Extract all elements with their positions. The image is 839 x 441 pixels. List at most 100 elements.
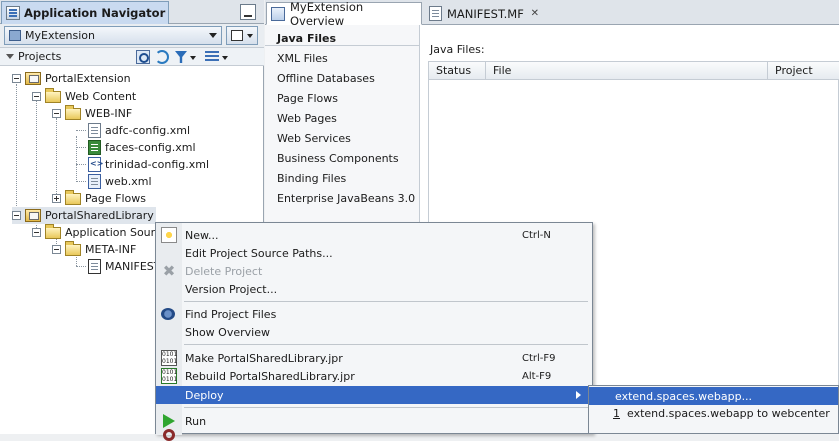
submenu-item-deployment-profile[interactable]: extend.spaces.webapp... bbox=[589, 387, 838, 405]
tree-node-label: adfc-config.xml bbox=[105, 124, 191, 137]
table-header: Status File Project bbox=[429, 62, 839, 80]
tree-node-faces-config[interactable]: faces-config.xml bbox=[88, 139, 196, 156]
tree-node-web-content[interactable]: Web Content bbox=[32, 87, 136, 105]
tree-node-meta-inf[interactable]: META-INF bbox=[52, 240, 137, 258]
chevron-down-icon[interactable] bbox=[190, 56, 196, 60]
column-status[interactable]: Status bbox=[429, 62, 486, 80]
tree-node-label: META-INF bbox=[85, 243, 137, 256]
menu-item-find-project-files[interactable]: Find Project Files bbox=[156, 305, 592, 323]
tree-node-label: WEB-INF bbox=[85, 107, 133, 120]
submenu-item-deploy-to-webcenter[interactable]: 1 extend.spaces.webapp to webcenter bbox=[589, 404, 838, 422]
collapse-toggle-icon[interactable] bbox=[52, 245, 61, 254]
faces-config-icon bbox=[88, 140, 101, 155]
tree-node-adfc-config[interactable]: adfc-config.xml bbox=[88, 122, 190, 139]
folder-icon bbox=[45, 223, 61, 239]
menu-item-show-overview[interactable]: Show Overview bbox=[156, 323, 592, 341]
tab-application-navigator[interactable]: Application Navigator bbox=[1, 1, 169, 24]
menu-item-run[interactable]: Run bbox=[156, 412, 592, 430]
category-offline-databases[interactable]: Offline Databases bbox=[277, 69, 375, 87]
tree-node-page-flows[interactable]: Page Flows bbox=[52, 189, 146, 207]
collapse-toggle-icon[interactable] bbox=[32, 228, 41, 237]
chevron-down-icon bbox=[209, 33, 217, 38]
xml-tag-file-icon bbox=[88, 157, 103, 172]
collapse-toggle-icon[interactable] bbox=[12, 74, 21, 83]
tree-node-trinidad-config[interactable]: trinidad-config.xml bbox=[88, 156, 209, 173]
deploy-submenu: extend.spaces.webapp... 1 extend.spaces.… bbox=[588, 385, 839, 434]
menu-item-new[interactable]: New... Ctrl-N bbox=[156, 226, 592, 244]
layout-icon[interactable] bbox=[205, 51, 219, 63]
binoculars-icon bbox=[161, 308, 175, 320]
application-dropdown[interactable]: MyExtension bbox=[4, 26, 222, 45]
tab-myextension-overview[interactable]: MyExtension Overview bbox=[266, 0, 422, 28]
tree-node-label: web.xml bbox=[105, 175, 152, 188]
folder-icon bbox=[65, 189, 81, 205]
new-icon bbox=[161, 227, 177, 243]
minimize-button[interactable] bbox=[240, 4, 256, 20]
navigator-title: Application Navigator bbox=[24, 6, 166, 20]
rebuild-icon: 0101 0101 bbox=[161, 368, 178, 384]
collapse-triangle-icon bbox=[6, 54, 14, 59]
editor-tab-bar: MyExtension Overview MANIFEST.MF ✕ bbox=[265, 0, 839, 28]
chevron-down-icon bbox=[247, 34, 253, 38]
menu-item-rebuild[interactable]: 0101 0101 Rebuild PortalSharedLibrary.jpr… bbox=[156, 367, 592, 385]
category-xml-files[interactable]: XML Files bbox=[277, 49, 328, 67]
document-icon bbox=[429, 6, 442, 21]
application-icon bbox=[9, 30, 21, 41]
run-icon bbox=[163, 414, 175, 428]
tree-node-application-sources[interactable]: Application Sour bbox=[32, 223, 156, 241]
manifest-file-icon bbox=[88, 259, 101, 274]
collapse-toggle-icon[interactable] bbox=[32, 92, 41, 101]
tree-node-label: Page Flows bbox=[85, 192, 146, 205]
category-web-pages[interactable]: Web Pages bbox=[277, 109, 337, 127]
project-icon bbox=[25, 209, 41, 222]
category-business-components[interactable]: Business Components bbox=[277, 149, 399, 167]
tree-node-label: MANIFEST bbox=[105, 260, 161, 273]
web-xml-icon bbox=[88, 174, 101, 189]
expand-toggle-icon[interactable] bbox=[52, 194, 61, 203]
column-project[interactable]: Project bbox=[768, 62, 839, 80]
refresh-icon[interactable] bbox=[155, 50, 169, 64]
tree-node-label: Application Sour bbox=[65, 226, 156, 239]
category-binding-files[interactable]: Binding Files bbox=[277, 169, 346, 187]
category-web-services[interactable]: Web Services bbox=[277, 129, 351, 147]
tree-node-web-xml[interactable]: web.xml bbox=[88, 173, 152, 190]
menu-item-deploy[interactable]: Deploy bbox=[156, 386, 592, 404]
folder-icon bbox=[45, 87, 61, 103]
collapse-toggle-icon[interactable] bbox=[52, 109, 61, 118]
tree-node-label: faces-config.xml bbox=[105, 141, 196, 154]
close-icon[interactable]: ✕ bbox=[531, 8, 539, 19]
submenu-arrow-icon bbox=[576, 391, 581, 399]
folder-icon bbox=[65, 104, 81, 120]
xml-file-icon bbox=[88, 123, 101, 138]
tree-node-label: PortalSharedLibrary bbox=[45, 209, 154, 222]
menu-item-version-project[interactable]: Version Project... bbox=[156, 280, 592, 298]
delete-icon: ✖ bbox=[162, 262, 176, 280]
folder-icon bbox=[65, 240, 81, 256]
menu-item-delete-project[interactable]: ✖ Delete Project bbox=[156, 262, 592, 280]
menu-item-make[interactable]: 0101 0101 Make PortalSharedLibrary.jpr Ct… bbox=[156, 349, 592, 367]
tree-node-manifest[interactable]: MANIFEST bbox=[88, 258, 160, 275]
tab-label: MANIFEST.MF bbox=[447, 6, 524, 21]
tab-manifest-mf[interactable]: MANIFEST.MF ✕ bbox=[425, 2, 545, 25]
application-menu-button[interactable] bbox=[226, 26, 258, 45]
tree-node-web-inf[interactable]: WEB-INF bbox=[52, 104, 133, 122]
search-icon[interactable] bbox=[136, 50, 150, 64]
menu-item-edit-source-paths[interactable]: Edit Project Source Paths... bbox=[156, 244, 592, 262]
tree-node-label: PortalExtension bbox=[45, 72, 131, 85]
project-icon bbox=[25, 72, 41, 85]
project-context-menu: New... Ctrl-N Edit Project Source Paths.… bbox=[155, 222, 593, 441]
make-icon: 0101 0101 bbox=[161, 350, 178, 366]
application-selector-row: MyExtension bbox=[0, 24, 264, 48]
overview-icon bbox=[271, 6, 285, 21]
debug-icon bbox=[163, 429, 175, 441]
projects-label: Projects bbox=[18, 50, 62, 63]
category-enterprise-javabeans[interactable]: Enterprise JavaBeans 3.0 bbox=[277, 189, 415, 207]
tab-label: MyExtension Overview bbox=[290, 0, 364, 28]
column-file[interactable]: File bbox=[486, 62, 768, 80]
chevron-down-icon[interactable] bbox=[222, 56, 228, 60]
tree-node-portalsharedlibrary[interactable]: PortalSharedLibrary bbox=[12, 207, 156, 224]
category-page-flows[interactable]: Page Flows bbox=[277, 89, 338, 107]
navigator-tab-bar: Application Navigator bbox=[0, 0, 264, 24]
tree-node-portalextension[interactable]: PortalExtension bbox=[12, 70, 131, 87]
collapse-toggle-icon[interactable] bbox=[12, 211, 21, 220]
